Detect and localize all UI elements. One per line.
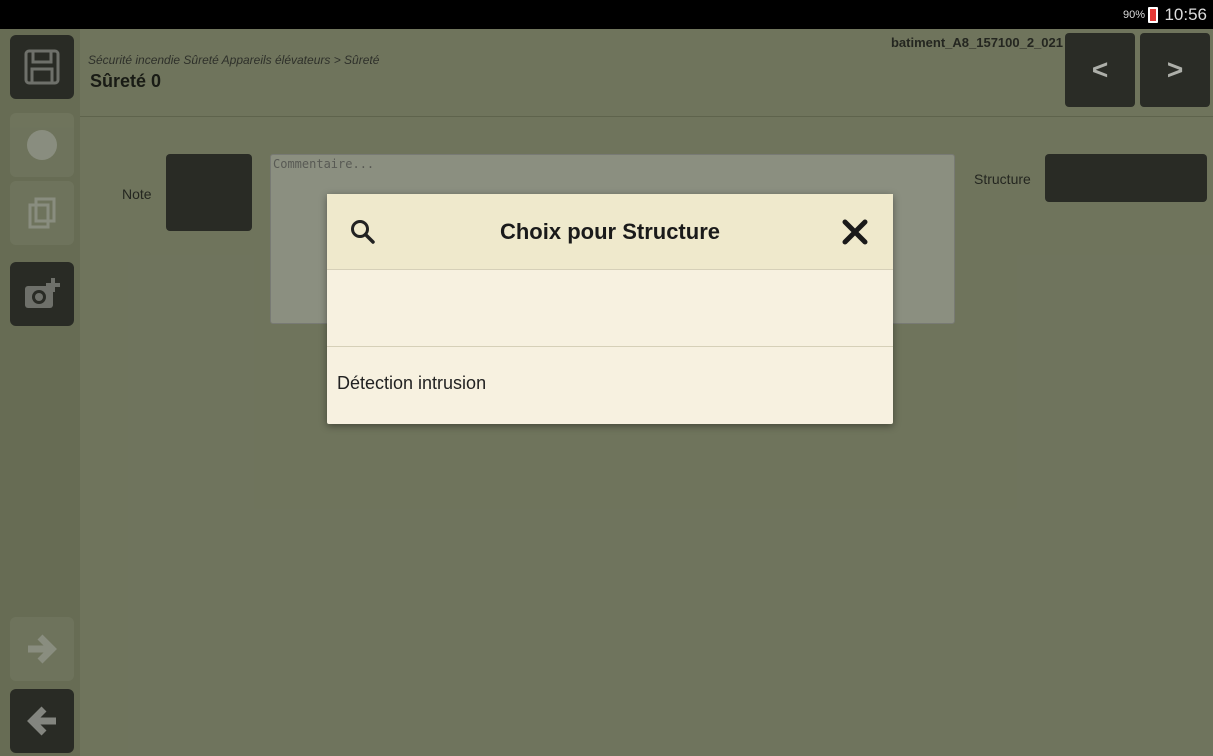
status-bar: 90% 10:56 [0,0,1213,29]
dialog-option-empty[interactable] [327,271,893,347]
battery-icon [1148,7,1158,23]
dialog-option-label: Détection intrusion [337,373,487,393]
structure-choice-dialog: Choix pour Structure Détection intrusion [327,194,893,424]
status-time: 10:56 [1164,5,1207,24]
dialog-option-detection-intrusion[interactable]: Détection intrusion [327,348,893,424]
dialog-title: Choix pour Structure [499,219,720,244]
battery-level: 90% [1122,9,1145,21]
dialog-header: Choix pour Structure [327,194,893,270]
close-icon[interactable] [839,216,871,248]
